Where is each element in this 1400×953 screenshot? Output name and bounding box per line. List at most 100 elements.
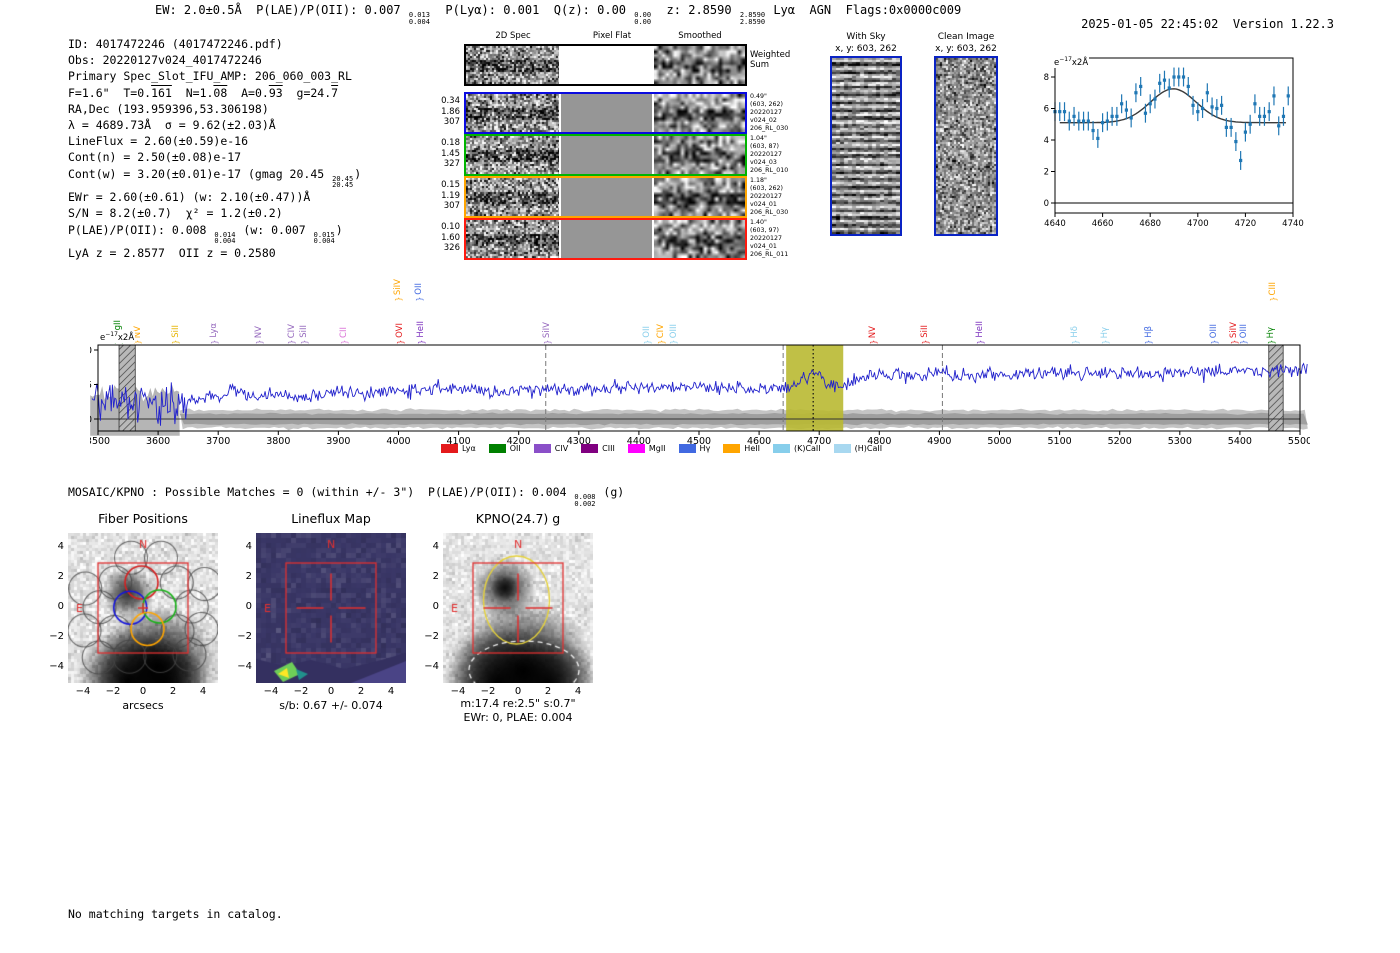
panel-xtick: −2 [480, 686, 496, 697]
line-fit-zoom-chart: 4640 4660 4680 4700 4720 4740 0 2 4 6 8 [1044, 57, 1304, 229]
kpno-caption-1: m:17.4 re:2.5" s:0.7" [460, 697, 576, 710]
svg-text:4660: 4660 [1092, 219, 1114, 229]
withsky-image [832, 58, 900, 234]
weighted-smoothed-image [654, 46, 745, 84]
header-summary-line: EW: 2.0±0.5Å P(LAE)/P(OII): 0.007 0.013 0… [155, 3, 962, 26]
legend-swatch [441, 444, 458, 453]
svg-text:3500: 3500 [90, 436, 110, 447]
panel-xtick: 4 [199, 686, 207, 697]
info-line-12: LyA z = 2.8577 OII z = 0.2580 [68, 246, 276, 261]
panel-ytick: 4 [245, 541, 252, 552]
cutout-row-weights: 0.34 1.86 307 [441, 96, 460, 127]
report-version: Version 1.22.3 [1232, 17, 1334, 31]
svg-text:4740: 4740 [1282, 219, 1304, 229]
svg-text:3700: 3700 [206, 436, 230, 447]
info-line-5: λ = 4689.73Å σ = 9.62(±2.03)Å [68, 118, 276, 133]
col-header-smoothed: Smoothed [678, 31, 722, 41]
info-line-9: EWr = 2.60(±0.61) (w: 2.10(±0.47))Å [68, 190, 311, 205]
catalog-note: No matching targets in catalog. Row inte… [68, 876, 283, 953]
elixer-report-page: EW: 2.0±0.5Å P(LAE)/P(OII): 0.007 0.013 0… [0, 0, 1400, 953]
cutout-smoothed-image [654, 220, 745, 258]
legend-swatch [772, 444, 790, 453]
panel-ytick: −4 [237, 661, 252, 672]
cutout-row-3 [464, 218, 747, 260]
cutout-smoothed-image [654, 136, 745, 174]
legend-item-Lyα: Lyα [441, 444, 476, 453]
panel-ytick: 4 [57, 541, 64, 552]
panel-xtick: 2 [357, 686, 365, 697]
cleanimage-coords: x, y: 603, 262 [935, 44, 997, 54]
svg-text:4700: 4700 [1187, 219, 1209, 229]
panel-ytick: −4 [49, 661, 64, 672]
lineflux-caption: s/b: 0.67 +/- 0.074 [279, 699, 383, 712]
svg-text:10: 10 [90, 346, 92, 357]
svg-text:5500: 5500 [1288, 436, 1310, 447]
cutout-pixelflat-image [561, 136, 652, 174]
col-header-2dspec: 2D Spec [495, 31, 531, 41]
panel-xtick: −4 [75, 686, 91, 697]
kpno-title: KPNO(24.7) g [475, 511, 561, 526]
cutout-row-meta: 1.04" (603, 87) 20220127 v024_03 206_RL_010 [750, 135, 789, 174]
legend-item-(H)CaII: (H)CaII [833, 444, 882, 453]
legend-swatch [533, 444, 551, 453]
panel-xtick: 4 [574, 686, 582, 697]
svg-text:5400: 5400 [1228, 436, 1252, 447]
panel-ytick: 0 [432, 601, 439, 612]
panel-xtick: 2 [169, 686, 177, 697]
cutout-2dspec-image [466, 94, 559, 132]
withsky-title: With Sky [846, 32, 886, 42]
svg-text:4720: 4720 [1235, 219, 1257, 229]
panel-ytick: 0 [57, 601, 64, 612]
lineflux-map-title: Lineflux Map [291, 511, 371, 526]
info-line-4: RA,Dec (193.959396,53.306198) [68, 101, 269, 116]
svg-text:5200: 5200 [1108, 436, 1132, 447]
panel-ytick: 0 [245, 601, 252, 612]
svg-text:0: 0 [90, 415, 92, 426]
info-line-3: F=1.6" T=0.161 N=1.08 A=0.93 g=24.7 [68, 85, 339, 100]
cleanimage-image [936, 58, 996, 234]
svg-text:4680: 4680 [1139, 219, 1161, 229]
cutout-row-meta: 1.40" (603, 97) 20220127 v024_01 206_RL_011 [750, 219, 789, 258]
panel-xtick: 2 [544, 686, 552, 697]
panel-ytick: 2 [432, 571, 439, 582]
legend-item-CIII: CIII [581, 444, 615, 453]
withsky-coords: x, y: 603, 262 [835, 44, 897, 54]
svg-text:5000: 5000 [987, 436, 1011, 447]
info-line-6: LineFlux = 2.60(±0.59)e-16 [68, 134, 249, 149]
info-line-2: Primary Spec_Slot_IFU_AMP: 206_060_003_R… [68, 69, 352, 84]
cutout-row-weights: 0.10 1.60 326 [441, 222, 460, 253]
fiber-positions-title: Fiber Positions [98, 511, 188, 526]
lineflux-map-image [256, 533, 406, 683]
detection-info-block: ID: 4017472246 (4017472246.pdf) Obs: 2022… [68, 36, 361, 261]
svg-text:3600: 3600 [146, 436, 170, 447]
info-line-0: ID: 4017472246 (4017472246.pdf) [68, 37, 283, 51]
zoom-chart-unit-label: e−17x2Å [1053, 56, 1090, 68]
panel-ytick: 4 [432, 541, 439, 552]
weighted-2dspec-image [466, 46, 559, 84]
withsky-frame [830, 56, 902, 236]
panel-xtick: 0 [139, 686, 147, 697]
legend-swatch [627, 444, 645, 453]
legend-item-Hγ: Hγ [678, 444, 710, 453]
fiber-positions-image [68, 533, 218, 683]
svg-text:3900: 3900 [326, 436, 350, 447]
cutout-2dspec-image [466, 178, 559, 216]
svg-text:6: 6 [1044, 105, 1049, 115]
svg-text:4640: 4640 [1044, 219, 1066, 229]
legend-swatch [833, 444, 851, 453]
weighted-sum-row [464, 44, 747, 86]
mosaic-kpno-line: MOSAIC/KPNO : Possible Matches = 0 (with… [68, 485, 625, 508]
cutout-pixelflat-image [561, 220, 652, 258]
svg-text:4900: 4900 [927, 436, 951, 447]
header-timestamp-version: 2025-01-05 22:45:02 Version 1.22.3 [1052, 3, 1334, 45]
weighted-sum-label: Weighted Sum [750, 50, 791, 70]
panel-ytick: −2 [424, 631, 439, 642]
panel-ytick: −2 [49, 631, 64, 642]
svg-text:0: 0 [1044, 199, 1049, 209]
report-timestamp: 2025-01-05 22:45:02 [1081, 17, 1219, 31]
panel-xtick: −2 [105, 686, 121, 697]
panel-ytick: −4 [424, 661, 439, 672]
cutout-2dspec-image [466, 136, 559, 174]
svg-text:5300: 5300 [1168, 436, 1192, 447]
cutout-row-weights: 0.18 1.45 327 [441, 138, 460, 169]
